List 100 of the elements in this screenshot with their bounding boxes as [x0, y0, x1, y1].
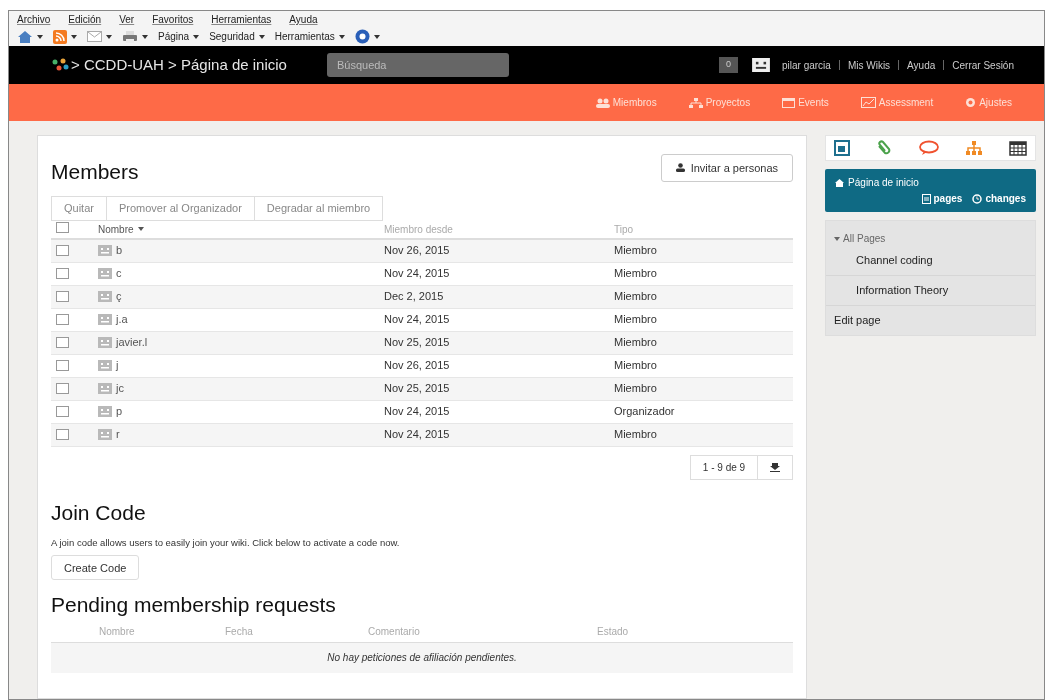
chart-icon [860, 97, 876, 108]
checkbox[interactable] [56, 429, 69, 440]
create-code-button[interactable]: Create Code [51, 555, 140, 581]
page-link[interactable]: Information Theory [856, 282, 949, 299]
menu-item[interactable]: Herramientas [211, 12, 272, 27]
header-link[interactable]: Cerrar Sesión [952, 57, 1014, 73]
caret-icon[interactable] [373, 34, 380, 39]
member-row[interactable]: ç Dec 2, 2015 Miembro [51, 285, 794, 309]
action-button[interactable]: Quitar [51, 195, 107, 221]
group-icon [595, 97, 610, 108]
page-title[interactable]: Página de inicio [848, 175, 919, 190]
member-name[interactable]: r [116, 426, 120, 443]
calendar-icon[interactable] [1009, 140, 1027, 156]
avatar-icon[interactable] [751, 58, 770, 72]
caret-icon[interactable] [106, 34, 112, 39]
column-header[interactable]: Nombre [98, 221, 384, 237]
header-link[interactable]: Ayuda [907, 57, 936, 73]
table-cell-text: Miembro [614, 266, 657, 282]
avatar-icon [98, 337, 112, 348]
page-icon[interactable] [834, 140, 851, 156]
action-button[interactable]: Promover al Organizador [105, 195, 255, 221]
search-field[interactable]: Búsqueda [326, 53, 509, 77]
column-header: Fecha [225, 624, 254, 639]
section-title: Members [51, 159, 139, 185]
member-name[interactable]: b [116, 242, 123, 259]
avatar-icon [98, 314, 112, 325]
checkbox[interactable] [56, 383, 69, 394]
checkbox[interactable] [56, 291, 69, 302]
member-row[interactable]: javier.l Nov 25, 2015 Miembro [51, 331, 794, 355]
table-cell-text: Nov 25, 2015 [384, 335, 451, 351]
member-name[interactable]: j [116, 357, 119, 374]
help-icon[interactable] [354, 29, 370, 44]
empty-message: No hay peticiones de afiliación pendientes. [51, 642, 794, 673]
caret-icon[interactable] [338, 34, 345, 39]
home-icon[interactable] [17, 29, 33, 44]
paperclip-icon[interactable] [876, 140, 893, 156]
header-link[interactable]: pilar garcia [781, 57, 831, 73]
section-title: Pending membership requests [51, 592, 337, 619]
home-icon [835, 178, 845, 187]
checkbox[interactable] [56, 337, 69, 348]
section-title: Join Code [51, 499, 147, 526]
member-name[interactable]: p [116, 403, 123, 420]
member-row[interactable]: jc Nov 25, 2015 Miembro [51, 377, 794, 401]
menu-item[interactable]: Edición [68, 12, 102, 27]
caret-icon[interactable] [193, 34, 200, 39]
printer-icon[interactable] [122, 29, 138, 44]
toolbar-menu[interactable]: Seguridad [209, 29, 255, 44]
table-cell-text: Nov 26, 2015 [384, 358, 451, 374]
sidebar-link[interactable]: changes [972, 191, 1026, 206]
menu-item[interactable]: Archivo [17, 12, 51, 27]
column-header: Comentario [368, 624, 421, 639]
member-row[interactable]: b Nov 26, 2015 Miembro [51, 239, 794, 263]
hierarchy-icon [688, 97, 703, 108]
clock-icon [972, 193, 983, 204]
sidebar-link[interactable]: pages [921, 191, 963, 206]
edit-page-link[interactable]: Edit page [826, 312, 1035, 329]
table-cell-text: Nov 25, 2015 [384, 381, 451, 397]
pagination-label: 1 - 9 de 9 [689, 454, 759, 480]
table-cell-text: Nov 24, 2015 [384, 404, 451, 420]
member-row[interactable]: r Nov 24, 2015 Miembro [51, 423, 794, 447]
tree-toggle[interactable]: All Pages [826, 231, 894, 246]
caret-icon[interactable] [142, 34, 148, 39]
page-link[interactable]: Channel coding [856, 252, 933, 269]
menu-item[interactable]: Favoritos [152, 12, 194, 27]
avatar-icon [98, 383, 112, 394]
checkbox[interactable] [56, 314, 69, 325]
caret-icon[interactable] [71, 34, 77, 39]
checkbox[interactable] [56, 360, 69, 371]
menu-item[interactable]: Ver [119, 12, 135, 27]
toolbar-menu[interactable]: Página [158, 29, 190, 44]
checkbox[interactable] [56, 268, 69, 279]
breadcrumb[interactable]: > CCDD-UAH > Página de inicio [71, 53, 287, 77]
caret-icon[interactable] [258, 34, 265, 39]
caret-icon [834, 236, 841, 241]
member-name[interactable]: ç [116, 288, 122, 305]
menu-item[interactable]: Ayuda [289, 12, 318, 27]
table-cell-text: Organizador [614, 404, 675, 420]
toolbar-menu[interactable]: Herramientas [274, 29, 335, 44]
sort-icon[interactable] [137, 227, 144, 231]
table-cell-text: Nov 24, 2015 [384, 427, 451, 443]
table-cell-text: Nov 24, 2015 [384, 266, 451, 282]
member-name[interactable]: javier.l [116, 334, 148, 351]
member-name[interactable]: j.a [116, 311, 128, 328]
invite-button[interactable]: Invitar a personas [660, 153, 794, 182]
hierarchy-icon[interactable] [964, 140, 983, 156]
checkbox[interactable] [56, 406, 69, 417]
avatar-icon [98, 360, 112, 371]
calendar-icon [782, 97, 796, 108]
header-link[interactable]: Mis Wikis [847, 57, 891, 73]
download-button[interactable] [757, 454, 794, 480]
notification-badge[interactable]: 0 [718, 57, 738, 73]
member-name[interactable]: c [116, 265, 122, 282]
table-cell-text: Dec 2, 2015 [384, 289, 445, 305]
caret-icon[interactable] [37, 34, 43, 39]
checkbox[interactable] [56, 245, 69, 256]
member-name[interactable]: jc [116, 380, 124, 397]
checkbox[interactable] [56, 221, 69, 233]
speech-bubble-icon[interactable] [918, 140, 939, 156]
table-cell-text: Nov 26, 2015 [384, 243, 451, 259]
action-button[interactable]: Degradar al miembro [253, 195, 384, 221]
